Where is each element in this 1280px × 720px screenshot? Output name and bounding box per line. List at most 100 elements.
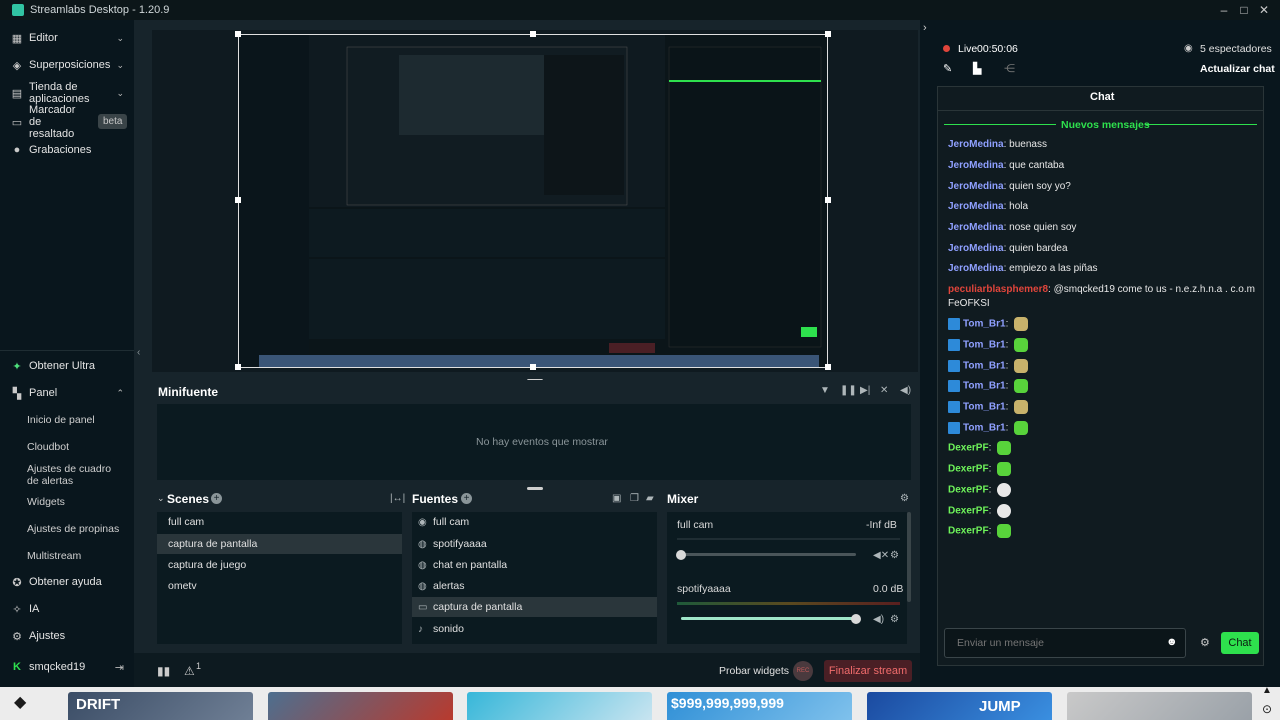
chat-username[interactable]: JeroMedina [948,160,1004,171]
send-chat-button[interactable]: Chat [1221,632,1259,654]
test-widgets-button[interactable]: Probar widgets [719,665,789,677]
minimize-icon[interactable]: – [1216,2,1232,18]
duplicate-icon[interactable]: ❐ [630,493,639,504]
resize-handle[interactable] [235,364,241,370]
sidebar-item-overlays[interactable]: ◈ Superposiciones ⌄ [0,57,134,73]
chat-username[interactable]: DexerPF [948,485,989,496]
sidebar-item-recordings[interactable]: ● Grabaciones [0,142,134,158]
chat-username[interactable]: Tom_Br1 [963,361,1006,372]
source-group-icon[interactable]: ▣ [612,493,621,504]
sidebar-subitem-multistream[interactable]: Multistream [27,550,81,562]
add-scene-icon[interactable]: + [211,493,222,504]
chat-username[interactable]: JeroMedina [948,181,1004,192]
chat-username[interactable]: DexerPF [948,506,989,517]
scrollbar[interactable] [907,512,911,602]
edit-icon[interactable]: ✎ [943,62,952,75]
chat-username[interactable]: peculiarblasphemer8 [948,284,1048,295]
chat-username[interactable]: Tom_Br1 [963,381,1006,392]
scene-item[interactable]: ometv [157,576,402,596]
resize-handle[interactable] [530,364,536,370]
thumbnail[interactable]: $999,999,999,999 [667,692,852,720]
chat-username[interactable]: JeroMedina [948,139,1004,150]
resize-handle[interactable] [235,197,241,203]
volume-icon[interactable]: ◀) [900,385,911,396]
scene-item[interactable]: full cam [157,512,402,532]
volume-slider-knob[interactable] [851,614,861,624]
add-source-icon[interactable]: + [461,493,472,504]
sidebar-subitem-widgets[interactable]: Widgets [27,496,65,508]
roblox-icon[interactable]: ◆ [14,692,26,712]
chat-username[interactable]: JeroMedina [948,243,1004,254]
refresh-chat-button[interactable]: Actualizar chat [1200,63,1275,75]
sidebar-subitem-tips[interactable]: Ajustes de propinas [27,523,119,535]
chat-username[interactable]: Tom_Br1 [963,340,1006,351]
collapse-sidebar-icon[interactable]: ‹ [137,347,140,358]
volume-slider-track[interactable] [681,553,856,556]
resize-handle[interactable] [235,31,241,37]
sidebar-item-app-store[interactable]: ▤ Tienda de aplicaciones ⌄ [0,80,134,106]
source-item[interactable]: ◍ chat en pantalla [412,555,657,575]
gear-icon[interactable]: ⚙ [890,614,899,625]
scroll-up-icon[interactable]: ▲ [1262,685,1272,696]
sidebar-item-panel[interactable]: ▚ Panel ⌃ [0,385,134,401]
settings-icon[interactable]: ⊙ [1262,702,1272,716]
sidebar-item-obtain-ultra[interactable]: ✦ Obtener Ultra [0,358,134,374]
chat-username[interactable]: DexerPF [948,526,989,537]
thumbnail[interactable]: DRIFT [68,692,253,720]
resize-handle[interactable] [825,31,831,37]
source-item[interactable]: ♪ sonido [412,619,657,639]
thumbnail[interactable] [467,692,652,720]
chevron-down-icon[interactable]: ⌄ [157,493,165,504]
chat-username[interactable]: Tom_Br1 [963,423,1006,434]
chat-username[interactable]: DexerPF [948,443,989,454]
chat-username[interactable]: JeroMedina [948,201,1004,212]
sidebar-item-editor[interactable]: ▦ Editor ⌄ [0,30,134,46]
mute-alerts-icon[interactable]: ✕ [880,385,888,396]
thumbnail[interactable] [1067,692,1252,720]
mute-icon[interactable]: ◀✕ [873,550,889,561]
popout-icon[interactable]: ▙ [973,62,981,75]
end-stream-button[interactable]: Finalizar stream [824,660,912,682]
source-item[interactable]: ◍ spotifyaaaa [412,534,657,554]
chat-username[interactable]: JeroMedina [948,263,1004,274]
skip-icon[interactable]: ▶| [860,385,870,396]
preview-source-frame[interactable] [238,34,828,368]
chat-username[interactable]: Tom_Br1 [963,402,1006,413]
sidebar-subitem-cloudbot[interactable]: Cloudbot [27,441,69,453]
folder-icon[interactable]: ▰ [646,493,654,504]
sidebar-item-help[interactable]: ✪ Obtener ayuda [0,574,134,590]
source-item[interactable]: ◍ alertas [412,576,657,596]
sidebar-subitem-alertbox[interactable]: Ajustes de cuadro de alertas [27,463,122,487]
resize-handle[interactable] [825,197,831,203]
drag-handle[interactable] [527,487,543,490]
logout-icon[interactable]: ⇥ [115,661,124,674]
chat-username[interactable]: JeroMedina [948,222,1004,233]
share-icon[interactable]: ⋲ [1004,62,1015,75]
scene-item[interactable]: captura de juego [157,555,402,575]
resize-handle[interactable] [530,31,536,37]
scene-item-selected[interactable]: captura de pantalla [157,534,402,554]
gear-icon[interactable]: ⚙ [1200,636,1210,649]
filter-icon[interactable]: ▼ [820,385,830,396]
alert-icon[interactable]: ⚠ [184,664,195,678]
sidebar-user[interactable]: K smqcked19 ⇥ [0,659,134,675]
source-item[interactable]: ◉ full cam [412,512,657,532]
chat-input[interactable] [945,629,1165,657]
thumbnail[interactable]: JUMP [867,692,1052,720]
close-icon[interactable]: ✕ [1256,2,1272,18]
emoji-icon[interactable]: ☻ [1166,636,1178,648]
scene-transition-icon[interactable]: |↔| [390,493,405,504]
maximize-icon[interactable]: □ [1236,2,1252,18]
sidebar-subitem-dashboard[interactable]: Inicio de panel [27,414,95,426]
chat-username[interactable]: Tom_Br1 [963,319,1006,330]
volume-icon[interactable]: ◀) [873,614,884,625]
thumbnail[interactable] [268,692,453,720]
pause-icon[interactable]: ❚❚ [840,385,857,396]
sidebar-item-ai[interactable]: ✧ IA [0,601,134,617]
gear-icon[interactable]: ⚙ [900,493,909,504]
chat-username[interactable]: DexerPF [948,464,989,475]
stats-icon[interactable]: ▮▮ [157,664,170,678]
rec-button[interactable]: REC [793,661,813,681]
source-item-selected[interactable]: ▭ captura de pantalla [412,597,657,617]
gear-icon[interactable]: ⚙ [890,550,899,561]
